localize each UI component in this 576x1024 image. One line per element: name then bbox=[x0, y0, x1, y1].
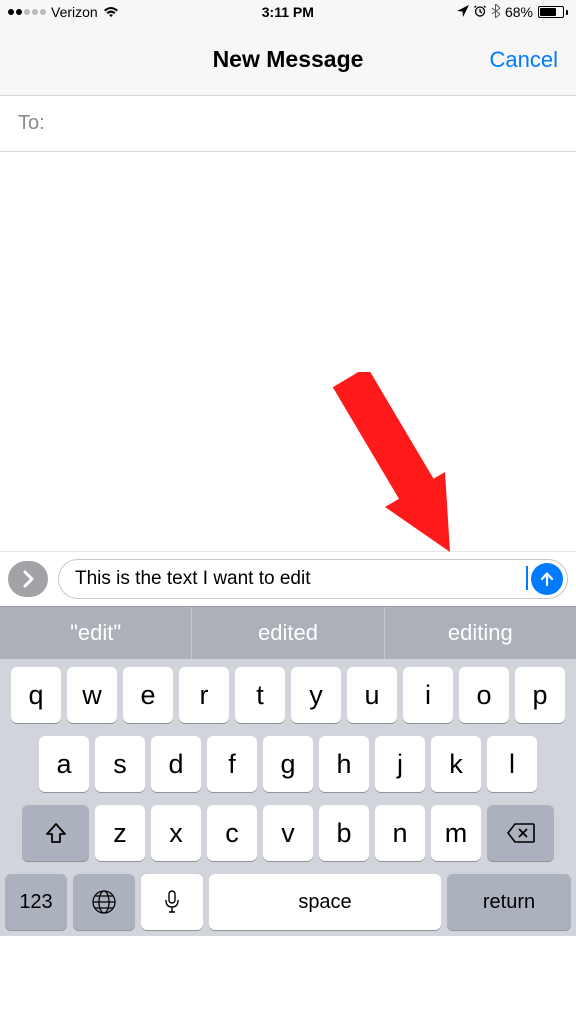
keyboard-row-4: 123 space return bbox=[5, 874, 571, 930]
more-apps-button[interactable] bbox=[8, 561, 48, 597]
key-f[interactable]: f bbox=[207, 736, 257, 792]
keyboard-row-1: qwertyuiop bbox=[5, 667, 571, 723]
key-d[interactable]: d bbox=[151, 736, 201, 792]
key-g[interactable]: g bbox=[263, 736, 313, 792]
return-key[interactable]: return bbox=[447, 874, 571, 930]
key-s[interactable]: s bbox=[95, 736, 145, 792]
alarm-icon bbox=[474, 4, 486, 20]
status-time: 3:11 PM bbox=[262, 4, 314, 20]
key-o[interactable]: o bbox=[459, 667, 509, 723]
message-input-pill[interactable]: This is the text I want to edit bbox=[58, 559, 568, 599]
key-v[interactable]: v bbox=[263, 805, 313, 861]
key-b[interactable]: b bbox=[319, 805, 369, 861]
predictive-bar: "edit" edited editing bbox=[0, 606, 576, 659]
key-j[interactable]: j bbox=[375, 736, 425, 792]
to-field[interactable]: To: bbox=[0, 96, 576, 152]
key-r[interactable]: r bbox=[179, 667, 229, 723]
key-c[interactable]: c bbox=[207, 805, 257, 861]
location-icon bbox=[457, 4, 469, 20]
battery-icon bbox=[538, 6, 568, 18]
keyboard: qwertyuiop asdfghjkl zxcvbnm 123 space r… bbox=[0, 659, 576, 936]
key-y[interactable]: y bbox=[291, 667, 341, 723]
message-area bbox=[0, 152, 576, 551]
backspace-key[interactable] bbox=[487, 805, 554, 861]
status-left: Verizon bbox=[8, 4, 119, 20]
space-key[interactable]: space bbox=[209, 874, 441, 930]
annotation-arrow-icon bbox=[320, 372, 470, 567]
key-z[interactable]: z bbox=[95, 805, 145, 861]
key-l[interactable]: l bbox=[487, 736, 537, 792]
globe-key[interactable] bbox=[73, 874, 135, 930]
page-title: New Message bbox=[213, 46, 364, 73]
key-m[interactable]: m bbox=[431, 805, 481, 861]
predictive-suggestion-2[interactable]: edited bbox=[192, 607, 384, 659]
dictation-key[interactable] bbox=[141, 874, 203, 930]
message-input[interactable]: This is the text I want to edit bbox=[75, 568, 525, 590]
to-label: To: bbox=[18, 112, 45, 135]
keyboard-row-2: asdfghjkl bbox=[5, 736, 571, 792]
status-right: 68% bbox=[457, 4, 568, 21]
signal-strength-icon bbox=[8, 9, 46, 15]
shift-key[interactable] bbox=[22, 805, 89, 861]
key-u[interactable]: u bbox=[347, 667, 397, 723]
key-n[interactable]: n bbox=[375, 805, 425, 861]
key-k[interactable]: k bbox=[431, 736, 481, 792]
keyboard-row-3: zxcvbnm bbox=[5, 805, 571, 861]
key-a[interactable]: a bbox=[39, 736, 89, 792]
key-p[interactable]: p bbox=[515, 667, 565, 723]
nav-header: New Message Cancel bbox=[0, 24, 576, 96]
key-x[interactable]: x bbox=[151, 805, 201, 861]
key-q[interactable]: q bbox=[11, 667, 61, 723]
predictive-suggestion-1[interactable]: "edit" bbox=[0, 607, 192, 659]
cancel-button[interactable]: Cancel bbox=[490, 47, 558, 73]
key-w[interactable]: w bbox=[67, 667, 117, 723]
key-e[interactable]: e bbox=[123, 667, 173, 723]
key-t[interactable]: t bbox=[235, 667, 285, 723]
bluetooth-icon bbox=[491, 4, 500, 21]
carrier-label: Verizon bbox=[51, 4, 98, 20]
send-button[interactable] bbox=[531, 563, 563, 595]
numeric-key[interactable]: 123 bbox=[5, 874, 67, 930]
key-i[interactable]: i bbox=[403, 667, 453, 723]
wifi-icon bbox=[103, 6, 119, 18]
message-input-row: This is the text I want to edit bbox=[0, 551, 576, 606]
key-h[interactable]: h bbox=[319, 736, 369, 792]
battery-pct: 68% bbox=[505, 4, 533, 20]
text-cursor bbox=[526, 566, 528, 590]
predictive-suggestion-3[interactable]: editing bbox=[385, 607, 576, 659]
status-bar: Verizon 3:11 PM 68% bbox=[0, 0, 576, 24]
